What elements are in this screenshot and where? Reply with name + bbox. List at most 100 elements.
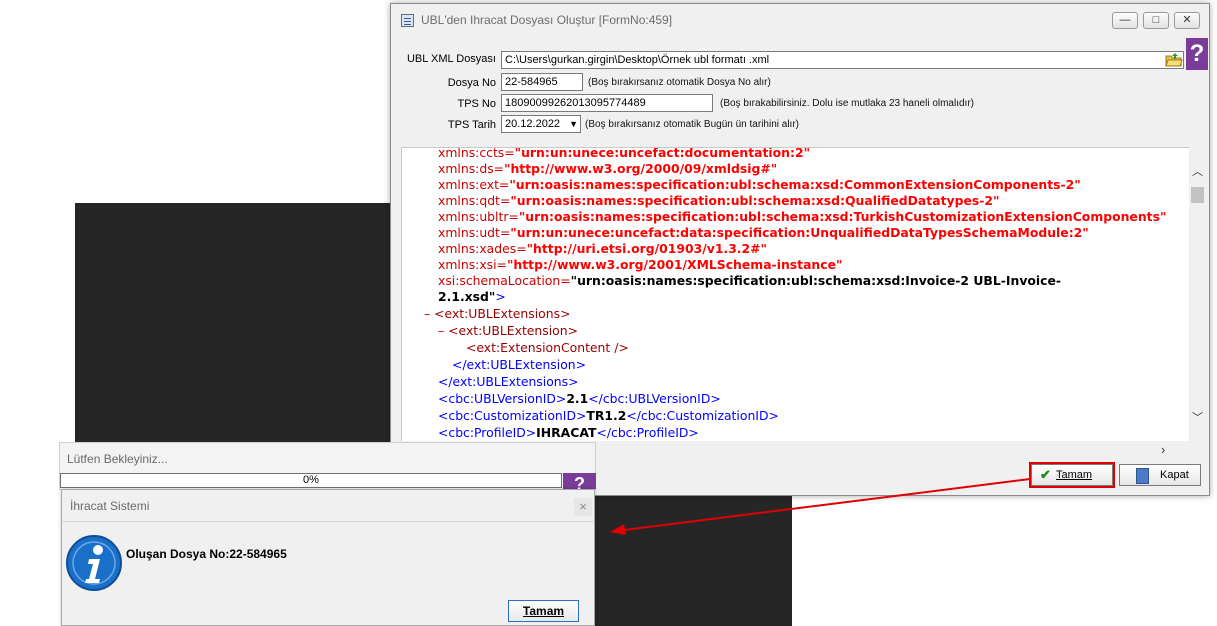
xml-namespace-line: xmlns:qdt="urn:oasis:names:specification… (438, 193, 999, 209)
xml-tag: <ext:ExtensionContent /> (466, 340, 629, 355)
xml-value: "urn:oasis:names:specification:ubl:schem… (509, 177, 1081, 192)
scroll-up-icon[interactable]: ︿ (1192, 163, 1203, 179)
progress-text: 0% (303, 474, 319, 486)
chevron-down-icon[interactable]: ▼ (569, 116, 578, 132)
xml-ubl-extension-close: </ext:UBLExtension> (452, 357, 586, 373)
xml-value: "http://www.w3.org/2000/09/xmldsig#" (504, 161, 778, 176)
tps-no-label: TPS No (457, 98, 496, 110)
xml-attr: xmlns:ds= (438, 161, 505, 176)
progress-dialog-title: Lütfen Bekleyiniz... (67, 452, 168, 466)
door-exit-icon (1136, 468, 1149, 484)
vertical-scrollbar[interactable]: ︿ ﹀ (1189, 147, 1206, 441)
xml-attr: xmlns:ext= (438, 177, 510, 192)
tps-tarih-hint: (Boş bırakırsanız otomatik Bugün ün tari… (585, 119, 799, 130)
dosya-no-hint: (Boş bırakırsanız otomatik Dosya No alır… (588, 77, 771, 88)
title-bar: UBL'den Ihracat Dosyası Oluştur [FormNo:… (391, 4, 1209, 36)
xml-attr: xmlns:xades= (438, 241, 527, 256)
xml-namespace-line: xmlns:udt="urn:un:unece:uncefact:data:sp… (438, 225, 1089, 241)
maximize-button[interactable]: □ (1143, 12, 1169, 29)
xml-value: "http://www.w3.org/2001/XMLSchema-instan… (506, 257, 843, 272)
xml-value: "http://uri.etsi.org/01903/v1.3.2#" (526, 241, 767, 256)
info-dialog: İhracat Sistemi × Oluşan Dosya No:22-584… (61, 489, 595, 626)
xml-ubl-version-line: <cbc:UBLVersionID>2.1</cbc:UBLVersionID> (438, 391, 721, 407)
xml-attr: xmlns:xsi= (438, 257, 507, 272)
help-icon[interactable]: ? (563, 473, 596, 489)
tps-no-hint: (Boş bırakabilirsiniz. Dolu ise mutlaka … (720, 98, 974, 109)
xml-tag: <ext:UBLExtensions> (434, 306, 571, 321)
xml-profile-line: <cbc:ProfileID>IHRACAT</cbc:ProfileID> (438, 425, 699, 441)
info-message: Oluşan Dosya No:22-584965 (126, 547, 287, 561)
xml-schema-location-line: xsi:schemaLocation="urn:oasis:names:spec… (438, 273, 1061, 289)
folder-open-icon[interactable] (1165, 52, 1183, 68)
xml-tag: </cbc:UBLVersionID> (588, 391, 721, 406)
annotation-arrow (610, 478, 1031, 535)
xml-attr: xmlns:ccts= (438, 147, 515, 160)
annotation-highlight-box (1029, 462, 1115, 488)
xml-namespace-line: xmlns:ccts="urn:un:unece:uncefact:docume… (438, 147, 811, 161)
xml-namespace-line: xmlns:ext="urn:oasis:names:specification… (438, 177, 1081, 193)
xml-tag: > (495, 289, 506, 304)
tps-tarih-date-picker[interactable]: 20.12.2022 ▼ (501, 115, 581, 133)
info-dialog-close-button[interactable]: × (574, 498, 592, 516)
info-dialog-divider (62, 521, 594, 522)
xml-tag: <cbc:UBLVersionID> (438, 391, 567, 406)
xml-value: 2.1.xsd" (438, 289, 496, 304)
dosya-no-field[interactable]: 22-584965 (501, 73, 583, 91)
xml-namespace-line: xmlns:ubltr="urn:oasis:names:specificati… (438, 209, 1166, 225)
xml-value: 2.1 (566, 391, 589, 406)
xml-tag: </ext:UBLExtension> (452, 357, 587, 372)
xml-value: TR1.2 (586, 408, 627, 423)
tps-tarih-label: TPS Tarih (447, 119, 496, 131)
xml-ubl-extensions-close: </ext:UBLExtensions> (438, 374, 578, 390)
collapse-minus-icon[interactable]: – (424, 306, 430, 321)
xml-value: "urn:un:unece:uncefact:documentation:2" (514, 147, 811, 160)
background-dark-area (75, 203, 395, 443)
xml-ubl-extensions-open[interactable]: – <ext:UBLExtensions> (424, 306, 570, 322)
xml-value: IHRACAT (536, 425, 597, 440)
xml-value: "urn:oasis:names:specification:ubl:schem… (510, 193, 1000, 208)
info-icon (66, 535, 122, 591)
xml-attr: xsi:schemaLocation= (438, 273, 571, 288)
help-icon[interactable]: ? (1186, 38, 1208, 70)
info-ok-button-label: Tamam (522, 604, 565, 618)
xml-tag: <cbc:CustomizationID> (438, 408, 587, 423)
xml-attr: xmlns:udt= (438, 225, 511, 240)
tps-tarih-value: 20.12.2022 (505, 118, 561, 130)
ubl-xml-file-field[interactable]: C:\Users\gurkan.girgin\Desktop\Örnek ubl… (501, 51, 1184, 69)
collapse-minus-icon[interactable]: – (438, 323, 444, 338)
window-title: UBL'den Ihracat Dosyası Oluştur [FormNo:… (421, 13, 673, 27)
xml-customization-line: <cbc:CustomizationID>TR1.2</cbc:Customiz… (438, 408, 779, 424)
scroll-down-icon[interactable]: ﹀ (1192, 409, 1203, 425)
scroll-right-icon[interactable]: › (1161, 442, 1165, 457)
tps-no-field[interactable]: 18090099262013095774489 (501, 94, 713, 112)
xml-tag: <cbc:ProfileID> (438, 425, 537, 440)
xml-namespace-line: xmlns:ds="http://www.w3.org/2000/09/xmld… (438, 161, 777, 177)
dosya-no-label: Dosya No (447, 77, 496, 89)
xml-value: "urn:un:unece:uncefact:data:specificatio… (510, 225, 1089, 240)
xml-attr: xmlns:ubltr= (438, 209, 519, 224)
xml-attr: xmlns:qdt= (438, 193, 511, 208)
close-button[interactable]: ✕ (1174, 12, 1200, 29)
xml-value: "urn:oasis:names:specification:ubl:schem… (518, 209, 1167, 224)
scroll-thumb[interactable] (1191, 187, 1204, 203)
kapat-button[interactable]: Kapat (1119, 464, 1201, 486)
xml-tag: <ext:UBLExtension> (448, 323, 578, 338)
info-ok-button[interactable]: Tamam (508, 600, 579, 622)
progress-dialog: Lütfen Bekleyiniz... 0% ? (59, 442, 596, 490)
xml-schema-location-cont: 2.1.xsd"> (438, 289, 506, 305)
xml-preview[interactable]: xmlns:ccts="urn:un:unece:uncefact:docume… (401, 147, 1191, 443)
xml-namespace-line: xmlns:xades="http://uri.etsi.org/01903/v… (438, 241, 767, 257)
kapat-button-label: Kapat (1160, 469, 1189, 481)
info-dialog-title: İhracat Sistemi (70, 499, 150, 513)
xml-tag: </ext:UBLExtensions> (438, 374, 579, 389)
minimize-button[interactable]: — (1112, 12, 1138, 29)
xml-tag: </cbc:CustomizationID> (626, 408, 779, 423)
xml-tag: </cbc:ProfileID> (596, 425, 699, 440)
main-window: UBL'den Ihracat Dosyası Oluştur [FormNo:… (390, 3, 1210, 496)
xml-namespace-line: xmlns:xsi="http://www.w3.org/2001/XMLSch… (438, 257, 842, 273)
window-icon (401, 14, 414, 27)
xml-extension-content: <ext:ExtensionContent /> (466, 340, 629, 356)
progress-bar: 0% (60, 473, 562, 488)
xml-ubl-extension-open[interactable]: – <ext:UBLExtension> (438, 323, 578, 339)
ubl-xml-label: UBL XML Dosyası (406, 53, 496, 65)
